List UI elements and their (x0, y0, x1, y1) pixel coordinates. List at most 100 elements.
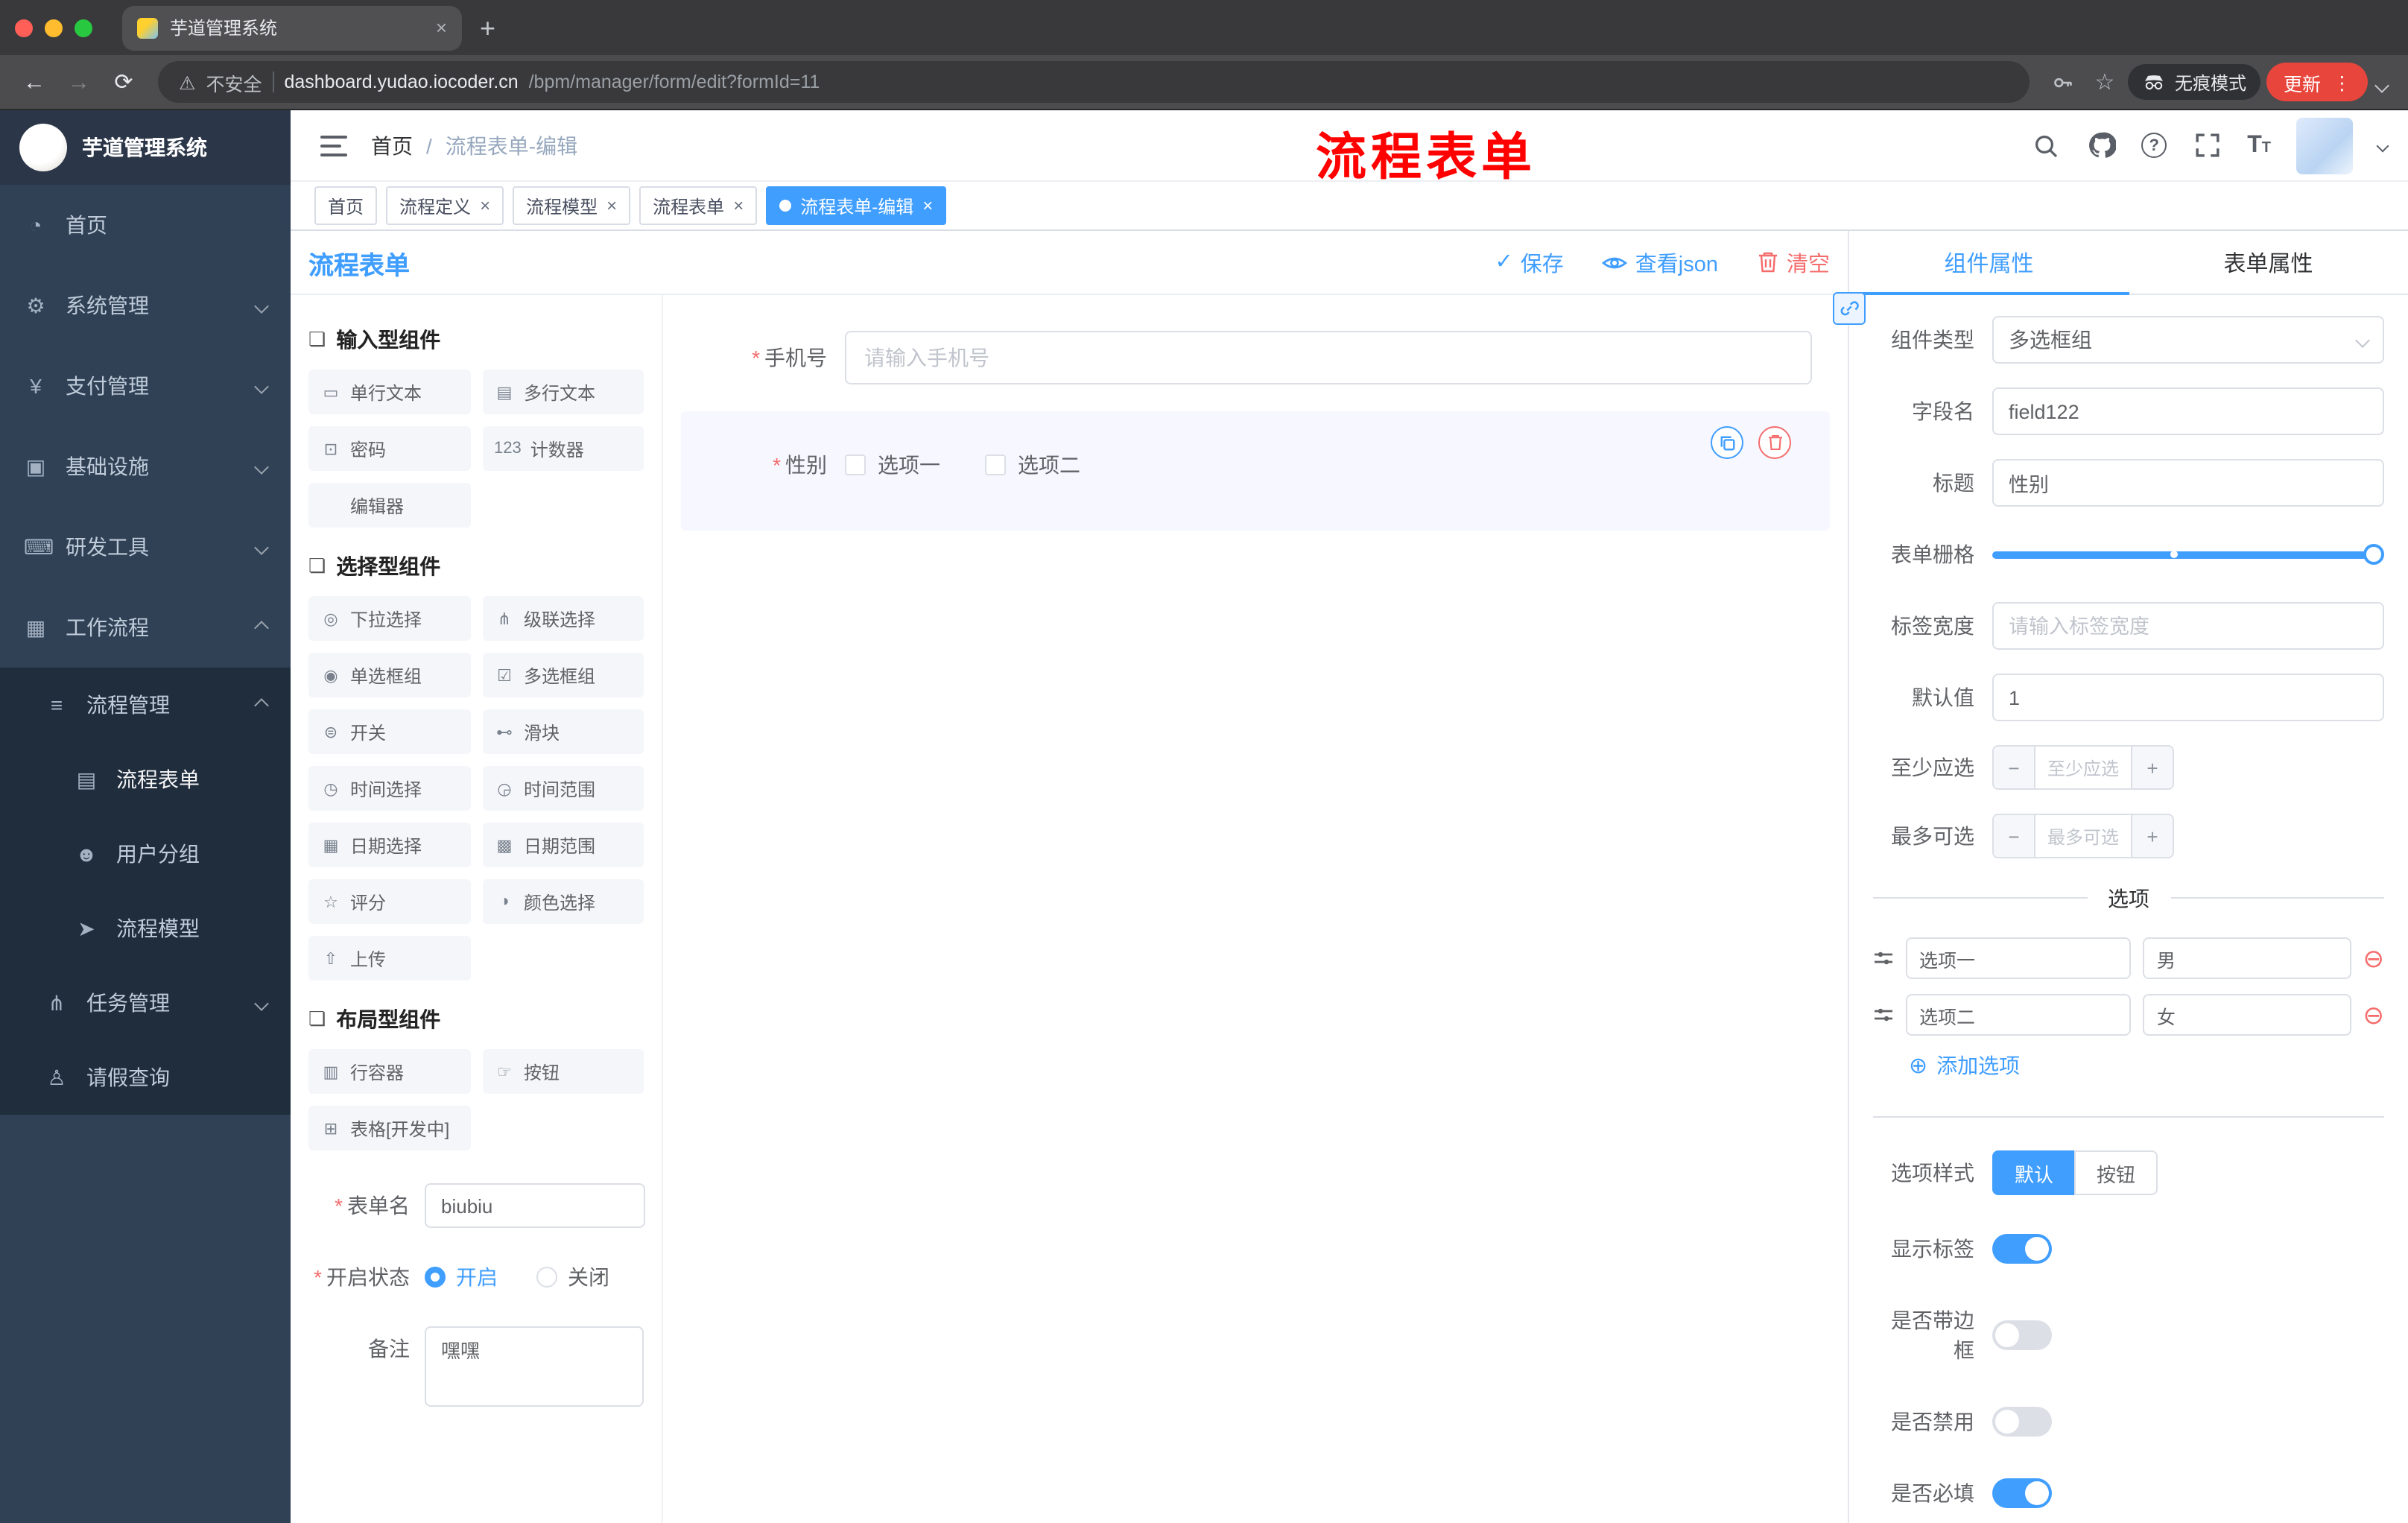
bookmark-star-icon[interactable]: ☆ (2087, 69, 2123, 95)
palette-item-dropdown[interactable]: ◎ 下拉选择 (308, 596, 470, 641)
palette-item-password[interactable]: ⊡ 密码 (308, 426, 470, 471)
sidebar-item-infrastructure[interactable]: ▣ 基础设施 (0, 426, 291, 507)
password-key-icon[interactable] (2045, 71, 2081, 93)
url-bar[interactable]: ⚠ 不安全 dashboard.yudao.iocoder.cn/bpm/man… (158, 61, 2030, 103)
phone-input[interactable] (845, 331, 1812, 384)
tab-component-props[interactable]: 组件属性 (1849, 231, 2129, 295)
sidebar-item-leave-query[interactable]: ♙ 请假查询 (0, 1040, 291, 1115)
sidebar-item-task-mgmt[interactable]: ⋔ 任务管理 (0, 966, 291, 1040)
palette-item-cascader[interactable]: ⋔ 级联选择 (482, 596, 644, 641)
sidebar-item-process-model[interactable]: ➤ 流程模型 (0, 891, 291, 966)
close-icon[interactable]: × (606, 195, 617, 216)
palette-item-slider[interactable]: ⊷ 滑块 (482, 709, 644, 754)
palette-item-time-range[interactable]: ◶ 时间范围 (482, 766, 644, 811)
gender-option-1[interactable]: 选项一 (845, 450, 940, 480)
sidebar-item-devtools[interactable]: ⌨ 研发工具 (0, 507, 291, 587)
sidebar-item-process-mgmt[interactable]: ≡ 流程管理 (0, 668, 291, 742)
back-icon[interactable]: ← (15, 69, 54, 95)
palette-item-upload[interactable]: ⇧ 上传 (308, 936, 470, 981)
window-zoom-button[interactable] (75, 19, 92, 37)
fullscreen-icon[interactable] (2192, 130, 2222, 160)
route-tag-process-form-edit[interactable]: 流程表单-编辑 × (766, 186, 947, 225)
palette-item-table[interactable]: ⊞ 表格[开发中] (308, 1106, 470, 1150)
tab-form-props[interactable]: 表单属性 (2129, 231, 2408, 294)
copy-field-button[interactable] (1711, 426, 1743, 459)
option-value-input[interactable] (2143, 937, 2351, 979)
palette-item-button[interactable]: ☞ 按钮 (482, 1049, 644, 1094)
chrome-update-button[interactable]: 更新 ⋮ (2266, 63, 2368, 101)
save-button[interactable]: ✓ 保存 (1495, 247, 1563, 278)
new-tab-button[interactable]: + (480, 14, 495, 41)
form-field-gender[interactable]: * 性别 选项一 选项二 (681, 411, 1830, 531)
palette-item-rate[interactable]: ☆ 评分 (308, 879, 470, 924)
style-button-button[interactable]: 按钮 (2074, 1150, 2158, 1195)
sidebar-logo[interactable]: 芋道管理系统 (0, 110, 291, 185)
palette-item-counter[interactable]: 123 计数器 (482, 426, 644, 471)
github-icon[interactable] (2086, 130, 2116, 160)
search-icon[interactable] (2031, 130, 2061, 160)
max-select-value[interactable]: 最多可选 (2035, 815, 2131, 857)
profile-chevron-icon[interactable] (2374, 78, 2389, 93)
help-icon[interactable]: ? (2141, 133, 2167, 158)
close-icon[interactable]: × (733, 195, 744, 216)
option-label-input[interactable] (1906, 937, 2132, 979)
route-tag-process-definition[interactable]: 流程定义 × (386, 186, 504, 225)
view-json-button[interactable]: 查看json (1602, 247, 1718, 278)
browser-tab[interactable]: 芋道管理系统 × (122, 5, 462, 50)
user-avatar[interactable] (2296, 117, 2353, 174)
close-icon[interactable]: × (922, 195, 933, 216)
palette-item-date-picker[interactable]: ▦ 日期选择 (308, 823, 470, 867)
add-option-button[interactable]: ⊕ 添加选项 (1909, 1051, 2384, 1080)
slider-handle[interactable] (2363, 544, 2384, 565)
decrease-button[interactable]: − (1994, 815, 2035, 857)
form-name-input[interactable] (425, 1183, 645, 1228)
show-label-toggle[interactable] (1992, 1234, 2052, 1264)
sidebar-item-system[interactable]: ⚙ 系统管理 (0, 265, 291, 346)
grid-slider[interactable] (1992, 531, 2384, 578)
palette-item-radio-group[interactable]: ◉ 单选框组 (308, 653, 470, 697)
sidebar-item-workflow[interactable]: ▦ 工作流程 (0, 587, 291, 668)
gender-option-2[interactable]: 选项二 (985, 450, 1080, 480)
route-tag-process-model[interactable]: 流程模型 × (513, 186, 631, 225)
field-name-input[interactable] (1992, 387, 2384, 435)
close-icon[interactable]: × (480, 195, 490, 216)
route-tag-process-form[interactable]: 流程表单 × (639, 186, 758, 225)
palette-item-time-picker[interactable]: ◷ 时间选择 (308, 766, 470, 811)
palette-item-editor[interactable]: 编辑器 (308, 483, 470, 528)
required-toggle[interactable] (1992, 1478, 2052, 1508)
reload-icon[interactable]: ⟳ (104, 69, 143, 95)
status-radio-on[interactable]: 开启 (425, 1255, 498, 1299)
palette-item-multiline-text[interactable]: ▤ 多行文本 (482, 370, 644, 414)
increase-button[interactable]: + (2131, 747, 2173, 788)
sidebar-item-user-group[interactable]: ☻ 用户分组 (0, 817, 291, 891)
palette-item-switch[interactable]: ⊜ 开关 (308, 709, 470, 754)
option-label-input[interactable] (1906, 994, 2132, 1036)
remove-option-icon[interactable]: ⊖ (2363, 946, 2385, 971)
border-toggle[interactable] (1992, 1320, 2052, 1350)
min-select-value[interactable]: 至少应选 (2035, 747, 2131, 788)
hamburger-icon[interactable] (320, 135, 347, 156)
link-handle-button[interactable] (1833, 292, 1866, 325)
forward-icon[interactable]: → (60, 69, 98, 95)
window-minimize-button[interactable] (45, 19, 63, 37)
palette-item-row-container[interactable]: ▥ 行容器 (308, 1049, 470, 1094)
breadcrumb-home[interactable]: 首页 (371, 130, 413, 160)
title-input[interactable] (1992, 459, 2384, 507)
sidebar-item-process-form[interactable]: ▤ 流程表单 (0, 742, 291, 817)
sidebar-item-home[interactable]: ◔ 首页 (0, 185, 291, 265)
font-size-icon[interactable]: TT (2247, 132, 2271, 159)
default-value-input[interactable] (1992, 674, 2384, 721)
disabled-toggle[interactable] (1992, 1407, 2052, 1437)
status-radio-off[interactable]: 关闭 (536, 1255, 609, 1299)
increase-button[interactable]: + (2131, 815, 2173, 857)
style-default-button[interactable]: 默认 (1992, 1150, 2075, 1195)
component-type-select[interactable]: 多选框组 (1992, 316, 2384, 364)
form-field-phone[interactable]: * 手机号 (681, 313, 1830, 402)
remove-option-icon[interactable]: ⊖ (2363, 1002, 2385, 1028)
form-remark-input[interactable]: 嘿嘿 (425, 1326, 644, 1407)
palette-item-single-text[interactable]: ▭ 单行文本 (308, 370, 470, 414)
delete-field-button[interactable] (1758, 426, 1791, 459)
tab-close-icon[interactable]: × (436, 16, 447, 39)
avatar-caret-icon[interactable] (2376, 139, 2389, 152)
palette-item-color-picker[interactable]: ◑ 颜色选择 (482, 879, 644, 924)
